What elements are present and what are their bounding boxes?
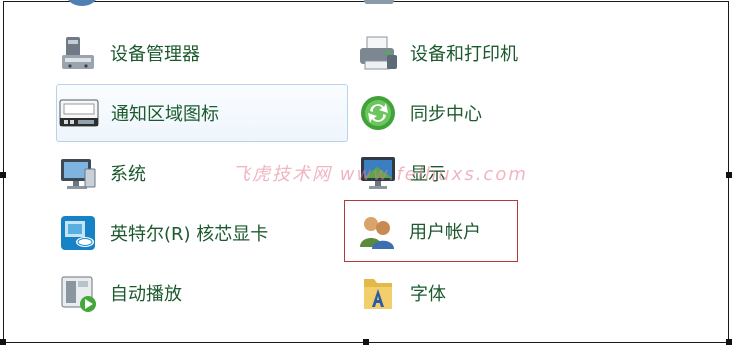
item-device-manager[interactable]: 设备管理器	[56, 24, 336, 82]
notification-area-icon	[57, 91, 101, 135]
item-label: 用户帐户	[409, 222, 481, 243]
item-autoplay[interactable]: 自动播放	[56, 264, 336, 322]
printer-icon	[356, 31, 400, 75]
watermark: 飞虎技术网 www.feihuxs.com	[232, 164, 528, 185]
item-fonts[interactable]: 字体	[356, 264, 636, 322]
cut-off-item-left[interactable]	[62, 0, 102, 12]
item-intel-graphics[interactable]: 英特尔(R) 核芯显卡	[56, 204, 346, 262]
autoplay-icon	[56, 271, 100, 315]
item-label: 英特尔(R) 核芯显卡	[110, 224, 269, 245]
system-monitor-icon	[56, 151, 100, 195]
cut-off-item-right[interactable]	[360, 0, 400, 12]
crop-handle	[0, 172, 6, 178]
item-label: 设备管理器	[110, 44, 200, 65]
sync-center-icon	[356, 91, 400, 135]
crop-handle	[726, 172, 732, 178]
item-label: 系统	[110, 164, 146, 185]
intel-graphics-icon	[56, 211, 100, 255]
crop-handle	[726, 339, 732, 345]
item-devices-and-printers[interactable]: 设备和打印机	[356, 24, 636, 82]
device-manager-icon	[56, 31, 100, 75]
item-label: 同步中心	[410, 104, 482, 125]
item-sync-center[interactable]: 同步中心	[356, 84, 636, 142]
item-label: 自动播放	[110, 284, 182, 305]
fonts-folder-icon	[356, 271, 400, 315]
item-label: 设备和打印机	[410, 44, 518, 65]
user-accounts-icon	[355, 209, 399, 253]
item-notification-area-icons[interactable]: 通知区域图标	[56, 84, 348, 142]
item-user-accounts[interactable]: 用户帐户	[344, 200, 518, 262]
item-label: 通知区域图标	[111, 104, 219, 125]
item-label: 字体	[410, 284, 446, 305]
crop-handle	[0, 339, 6, 345]
crop-handle	[363, 339, 369, 345]
